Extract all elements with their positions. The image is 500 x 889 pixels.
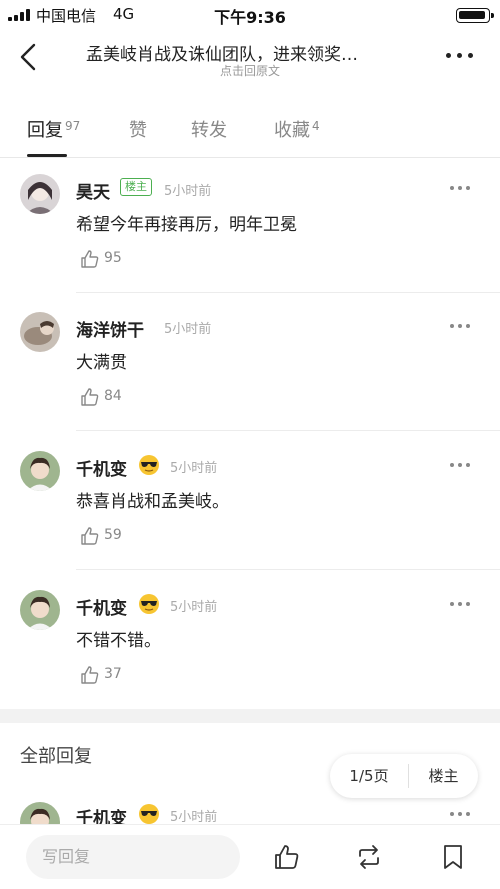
owner-badge: 楼主	[120, 178, 152, 196]
sunglasses-emoji-icon	[139, 594, 159, 614]
owner-only-button[interactable]: 楼主	[409, 754, 478, 798]
thumbs-up-icon	[81, 388, 99, 406]
like-count: 59	[104, 527, 122, 543]
comment-more-button[interactable]	[450, 186, 470, 192]
page-indicator-button[interactable]: 1/5页	[330, 754, 408, 798]
all-replies-heading: 全部回复	[20, 746, 92, 767]
like-button[interactable]	[80, 249, 100, 269]
comment-time: 5小时前	[164, 184, 212, 199]
tab-count: 97	[65, 119, 81, 133]
comment-author[interactable]: 千机变	[76, 804, 127, 824]
thumbs-up-icon	[81, 666, 99, 684]
thumbs-up-icon	[81, 250, 99, 268]
comment-item: 千机变 5小时前 恭喜肖战和孟美岐。 59	[0, 449, 500, 570]
comment-item: 昊天 楼主 5小时前 希望今年再接再厉，明年卫冕 95	[0, 172, 500, 293]
tab-label: 回复	[27, 120, 63, 141]
comment-item: 千机变 5小时前 不错不错。 37	[0, 588, 500, 698]
avatar[interactable]	[20, 451, 60, 491]
tab-label: 收藏	[274, 120, 310, 141]
divider	[76, 569, 500, 570]
comment-text: 不错不错。	[76, 631, 161, 651]
comment-author[interactable]: 千机变	[76, 455, 127, 480]
page-navigator: 1/5页 楼主	[330, 754, 478, 798]
comment-item: 海洋饼干 5小时前 大满贯 84	[0, 310, 500, 431]
thumbs-up-icon	[81, 527, 99, 545]
active-tab-indicator	[27, 154, 67, 157]
tab-favorites[interactable]: 收藏 4	[274, 116, 320, 142]
like-count: 84	[104, 388, 122, 404]
status-bar: 中国电信 4G 下午9:36	[0, 0, 500, 28]
tab-likes[interactable]: 赞	[129, 116, 147, 142]
like-count: 95	[104, 250, 122, 266]
section-separator	[0, 709, 500, 723]
like-count: 37	[104, 666, 122, 682]
avatar[interactable]	[20, 174, 60, 214]
clock: 下午9:36	[214, 8, 286, 27]
repost-button[interactable]	[356, 844, 382, 870]
like-button[interactable]	[80, 526, 100, 546]
sunglasses-emoji-icon	[139, 455, 159, 475]
sunglasses-emoji-icon	[139, 804, 159, 824]
comment-author[interactable]: 千机变	[76, 594, 127, 619]
avatar[interactable]	[20, 312, 60, 352]
comment-time: 5小时前	[170, 600, 218, 615]
comment-author[interactable]: 昊天	[76, 178, 110, 203]
comment-text: 希望今年再接再厉，明年卫冕	[76, 215, 297, 235]
like-button[interactable]	[80, 665, 100, 685]
bookmark-icon	[444, 845, 462, 869]
tab-label: 赞	[129, 120, 147, 141]
battery-icon	[456, 8, 494, 23]
comment-time: 5小时前	[164, 322, 212, 337]
avatar[interactable]	[20, 802, 60, 824]
tab-count: 4	[312, 119, 320, 133]
comment-author[interactable]: 海洋饼干	[76, 316, 144, 341]
comment-item: 千机变 5小时前	[0, 800, 500, 824]
bookmark-button[interactable]	[440, 844, 466, 870]
bottom-action-bar: 写回复	[0, 824, 500, 889]
reply-input[interactable]: 写回复	[26, 835, 240, 879]
divider	[76, 292, 500, 293]
comment-more-button[interactable]	[450, 812, 470, 818]
repost-icon	[359, 845, 379, 869]
comment-more-button[interactable]	[450, 463, 470, 469]
comment-more-button[interactable]	[450, 324, 470, 330]
like-post-button[interactable]	[274, 844, 300, 870]
tab-reposts[interactable]: 转发	[191, 116, 227, 142]
divider	[76, 430, 500, 431]
tab-label: 转发	[191, 120, 227, 141]
comment-time: 5小时前	[170, 461, 218, 476]
tab-bar: 回复 97 赞 转发 收藏 4	[0, 112, 500, 158]
avatar[interactable]	[20, 590, 60, 630]
comment-text: 大满贯	[76, 353, 127, 373]
comment-time: 5小时前	[170, 810, 218, 824]
comment-text: 恭喜肖战和孟美岐。	[76, 492, 229, 512]
more-options-button[interactable]	[444, 50, 476, 62]
thumbs-up-icon	[275, 845, 299, 869]
tab-replies[interactable]: 回复 97	[27, 116, 80, 142]
comment-more-button[interactable]	[450, 602, 470, 608]
like-button[interactable]	[80, 387, 100, 407]
back-to-original-link[interactable]: 点击回原文	[0, 62, 500, 79]
